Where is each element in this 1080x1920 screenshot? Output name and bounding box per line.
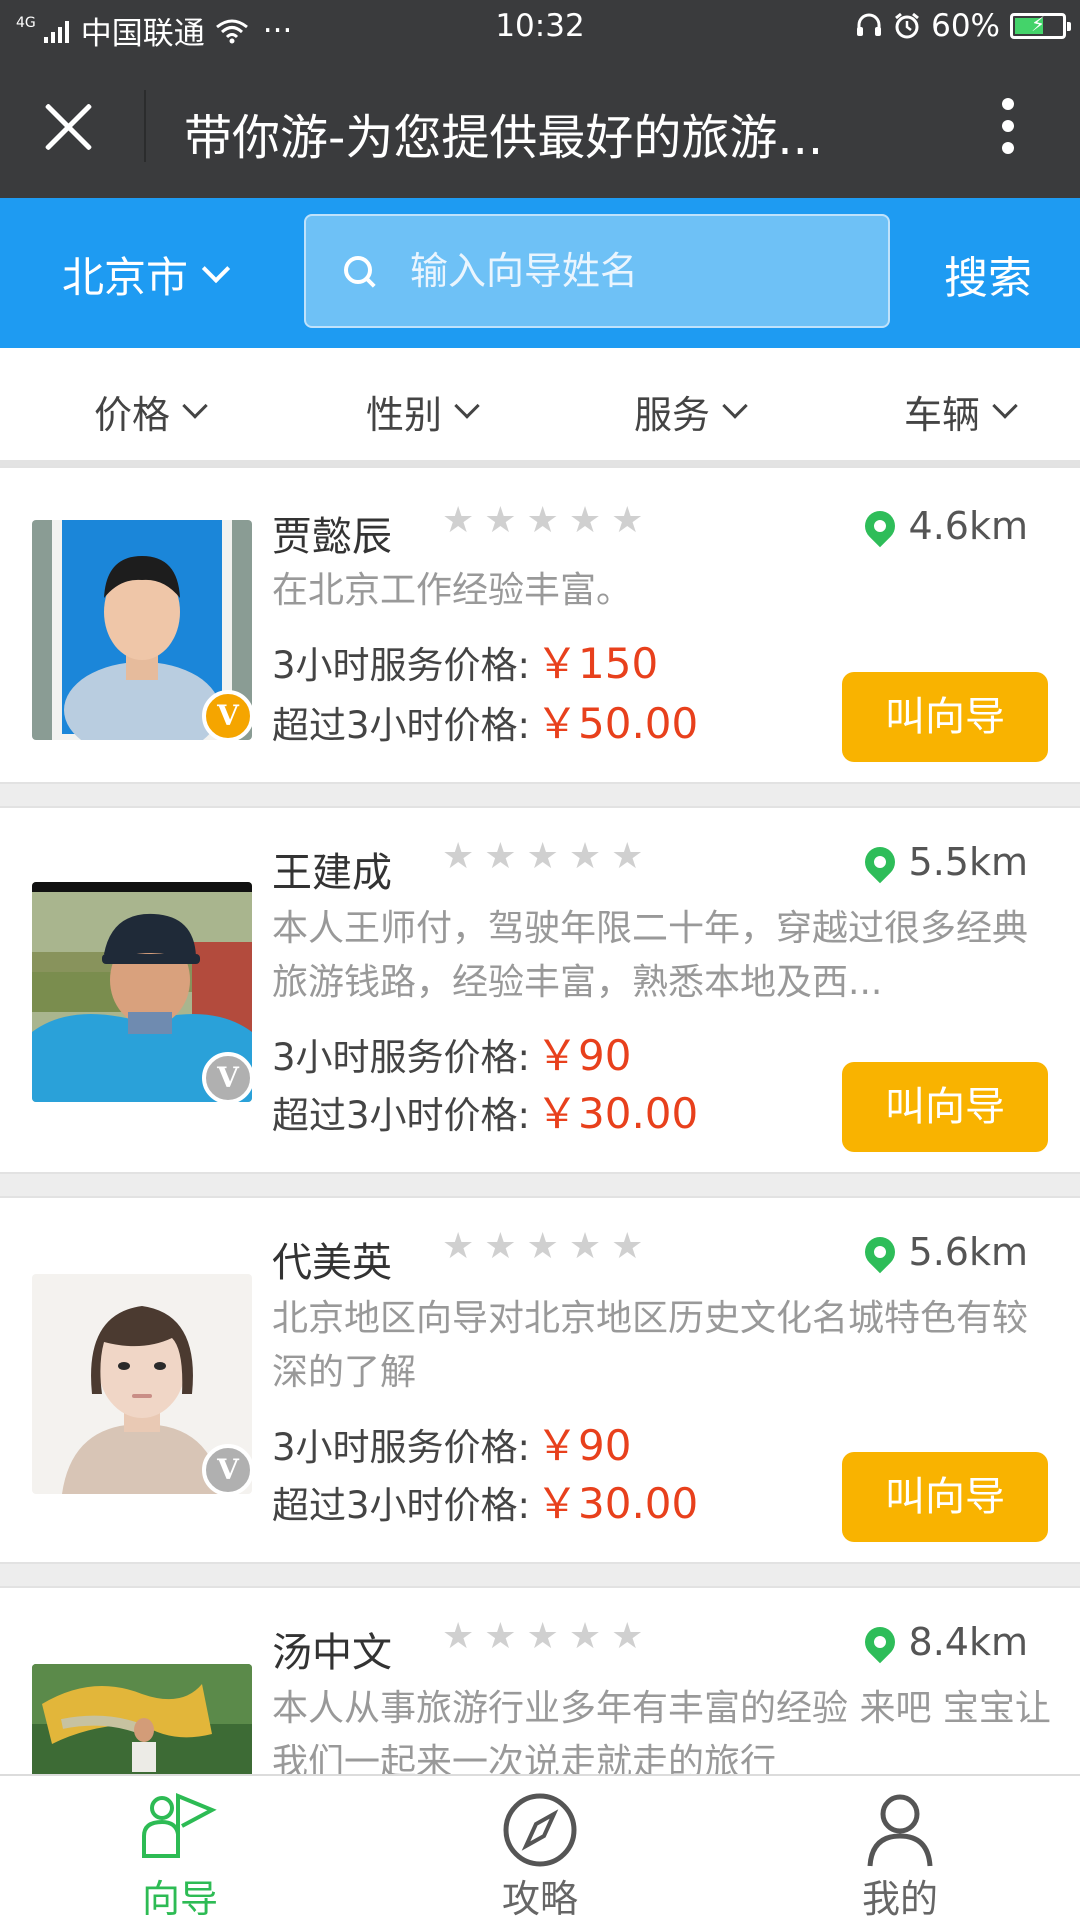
price-3h-value: ￥150 bbox=[536, 639, 659, 688]
price-3h: 3小时服务价格: ￥90 bbox=[272, 1022, 631, 1083]
price-over-label: 超过3小时价格: bbox=[272, 704, 531, 747]
chevron-down-icon bbox=[182, 392, 208, 419]
location-pin-icon bbox=[858, 504, 901, 548]
call-guide-button[interactable]: 叫向导 bbox=[842, 1062, 1048, 1152]
rating-stars-icon: ★★★★★ bbox=[442, 1616, 654, 1657]
price-over: 超过3小时价格: ￥30.00 bbox=[272, 1080, 698, 1141]
location-pin-icon bbox=[858, 1620, 901, 1664]
price-over-label: 超过3小时价格: bbox=[272, 1484, 531, 1527]
filter-service[interactable]: 服务 bbox=[634, 384, 748, 439]
price-3h: 3小时服务价格: ￥150 bbox=[272, 630, 658, 691]
location-pin-icon bbox=[858, 1230, 901, 1274]
rating-stars-icon: ★★★★★ bbox=[442, 836, 654, 877]
distance: 8.4km bbox=[858, 1620, 1028, 1664]
distance: 4.6km bbox=[858, 504, 1028, 548]
guide-card[interactable]: V 王建成 ★★★★★ 5.5km 本人王师付，驾驶年限二十年，穿越过很多经典旅… bbox=[0, 806, 1080, 1174]
distance-value: 4.6km bbox=[908, 504, 1028, 548]
alarm-icon bbox=[895, 12, 920, 39]
battery-percent: 60% bbox=[931, 8, 1000, 44]
price-over-value: ￥50.00 bbox=[536, 699, 699, 748]
tab-label: 我的 bbox=[861, 1877, 938, 1920]
price-over-label: 超过3小时价格: bbox=[272, 1094, 531, 1137]
filter-gender[interactable]: 性别 bbox=[366, 384, 480, 439]
chevron-down-icon bbox=[454, 392, 480, 419]
filter-label: 性别 bbox=[366, 393, 443, 437]
guide-name: 代美英 bbox=[272, 1240, 392, 1286]
price-over-value: ￥30.00 bbox=[536, 1089, 699, 1138]
title-divider bbox=[144, 90, 146, 162]
guide-description: 北京地区向导对北京地区历史文化名城特色有较深的了解 bbox=[272, 1298, 1029, 1393]
price-3h-label: 3小时服务价格: bbox=[272, 1426, 531, 1469]
filter-label: 车辆 bbox=[904, 393, 981, 437]
guide-card[interactable]: V 贾懿辰 ★★★★★ 4.6km 在北京工作经验丰富。 3小时服务价格: ￥15… bbox=[0, 466, 1080, 784]
distance: 5.5km bbox=[858, 840, 1028, 884]
distance-value: 5.5km bbox=[908, 840, 1028, 884]
battery-icon: ⚡ bbox=[1010, 12, 1071, 39]
status-bar: 4G 中国联通 ··· 10:32 60% ⚡ bbox=[0, 0, 1080, 54]
price-3h-value: ￥90 bbox=[536, 1031, 632, 1080]
filter-price[interactable]: 价格 bbox=[94, 384, 208, 439]
call-guide-button[interactable]: 叫向导 bbox=[842, 672, 1048, 762]
close-icon[interactable] bbox=[40, 100, 94, 154]
filter-bar: 价格 性别 服务 车辆 bbox=[0, 348, 1080, 466]
tab-guide[interactable]: 向导 bbox=[0, 1776, 360, 1920]
verified-badge-icon: V bbox=[202, 1444, 254, 1496]
user-icon bbox=[867, 1794, 933, 1867]
tab-profile[interactable]: 我的 bbox=[720, 1776, 1080, 1920]
tab-label: 向导 bbox=[141, 1877, 218, 1920]
search-bar: 北京市 搜索 bbox=[0, 198, 1080, 348]
location-pin-icon bbox=[858, 840, 901, 884]
filter-label: 价格 bbox=[94, 393, 171, 437]
tab-bar: 向导 攻略 我的 bbox=[0, 1774, 1080, 1920]
headset-icon bbox=[857, 13, 882, 36]
guide-name: 汤中文 bbox=[272, 1630, 392, 1676]
price-3h-label: 3小时服务价格: bbox=[272, 1036, 531, 1079]
guide-name: 王建成 bbox=[272, 850, 392, 896]
rating-stars-icon: ★★★★★ bbox=[442, 1226, 654, 1267]
guide-name: 贾懿辰 bbox=[272, 514, 392, 560]
price-3h-label: 3小时服务价格: bbox=[272, 644, 531, 687]
search-box[interactable] bbox=[304, 214, 890, 328]
chevron-down-icon bbox=[992, 392, 1018, 419]
tab-strategy[interactable]: 攻略 bbox=[360, 1776, 720, 1920]
title-bar: 带你游-为您提供最好的旅游... bbox=[0, 54, 1080, 198]
distance-value: 8.4km bbox=[908, 1620, 1028, 1664]
guide-description: 本人王师付，驾驶年限二十年，穿越过很多经典旅游钱路，经验丰富，熟悉本地及西... bbox=[272, 908, 1029, 1003]
price-3h: 3小时服务价格: ￥90 bbox=[272, 1412, 631, 1473]
price-3h-value: ￥90 bbox=[536, 1421, 632, 1470]
rating-stars-icon: ★★★★★ bbox=[442, 500, 654, 541]
compass-icon bbox=[503, 1793, 577, 1867]
guide-icon bbox=[142, 1793, 217, 1858]
chevron-down-icon bbox=[201, 254, 231, 283]
more-menu-icon[interactable] bbox=[1002, 98, 1016, 158]
call-guide-button[interactable]: 叫向导 bbox=[842, 1452, 1048, 1542]
price-over: 超过3小时价格: ￥50.00 bbox=[272, 690, 698, 751]
verified-badge-icon: V bbox=[202, 1052, 254, 1104]
search-button[interactable]: 搜索 bbox=[944, 242, 1032, 306]
filter-vehicle[interactable]: 车辆 bbox=[904, 384, 1018, 439]
guide-card[interactable]: V 代美英 ★★★★★ 5.6km 北京地区向导对北京地区历史文化名城特色有较深… bbox=[0, 1196, 1080, 1564]
guide-description: 在北京工作经验丰富。 bbox=[272, 570, 633, 611]
search-icon bbox=[344, 256, 376, 288]
chevron-down-icon bbox=[722, 392, 748, 419]
tab-label: 攻略 bbox=[501, 1877, 578, 1920]
distance: 5.6km bbox=[858, 1230, 1028, 1274]
verified-badge-icon: V bbox=[202, 690, 254, 742]
distance-value: 5.6km bbox=[908, 1230, 1028, 1274]
search-input[interactable] bbox=[410, 238, 850, 304]
price-over: 超过3小时价格: ￥30.00 bbox=[272, 1470, 698, 1531]
filter-label: 服务 bbox=[634, 393, 711, 437]
city-selector[interactable]: 北京市 bbox=[62, 244, 231, 305]
page-title: 带你游-为您提供最好的旅游... bbox=[184, 110, 824, 166]
city-label: 北京市 bbox=[62, 253, 189, 302]
price-over-value: ￥30.00 bbox=[536, 1479, 699, 1528]
